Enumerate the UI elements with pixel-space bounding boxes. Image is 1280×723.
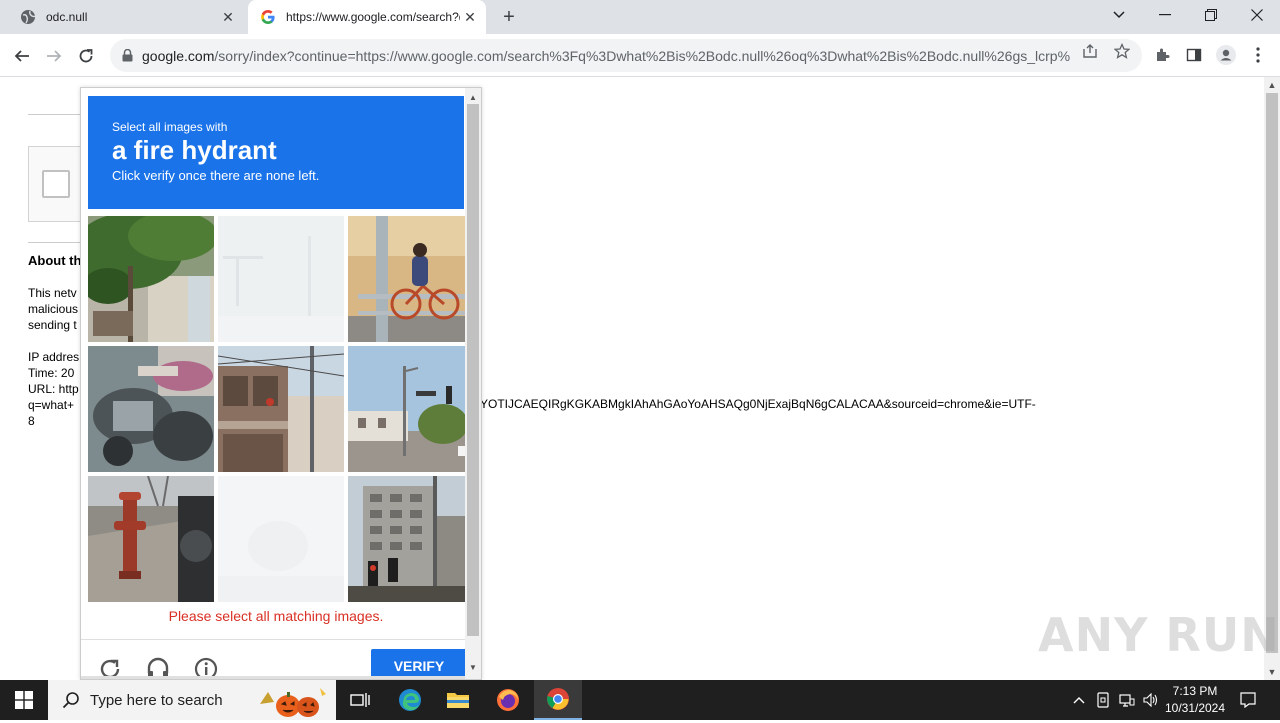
share-icon[interactable]: [1081, 42, 1099, 60]
task-view-icon[interactable]: [336, 680, 384, 720]
close-window-icon[interactable]: [1234, 0, 1280, 30]
volume-icon[interactable]: [1141, 680, 1161, 720]
challenge-footer: VERIFY: [81, 639, 481, 679]
scroll-down-arrow-icon[interactable]: ▼: [1264, 664, 1280, 680]
challenge-target: a fire hydrant: [112, 135, 277, 165]
reload-icon[interactable]: [73, 43, 99, 69]
url-tail-text: YOTIJCAEQIRgKGKABMgkIAhAhGAoYoAHSAQg0NjE…: [480, 397, 1036, 411]
scrollbar-thumb[interactable]: [1266, 93, 1278, 653]
recaptcha-checkbox-widget[interactable]: [28, 146, 84, 222]
system-clock[interactable]: 7:13 PM 10/31/2024: [1160, 683, 1230, 717]
tile-faded-blank[interactable]: [218, 476, 344, 602]
scroll-down-arrow-icon[interactable]: ▼: [465, 660, 481, 674]
tile-street-trees[interactable]: [88, 216, 214, 342]
firefox-icon[interactable]: [484, 680, 532, 720]
tab-title: odc.null: [46, 10, 88, 24]
recaptcha-challenge: Select all images with a fire hydrant Cl…: [80, 87, 482, 680]
minimize-icon[interactable]: [1142, 0, 1188, 30]
chrome-icon[interactable]: [534, 680, 582, 720]
scroll-up-arrow-icon[interactable]: ▲: [465, 90, 481, 104]
url-text: google.com/sorry/index?continue=https://…: [142, 48, 1070, 64]
new-tab-icon[interactable]: +: [498, 6, 520, 28]
tab-strip: odc.null ✕ https://www.google.com/search…: [0, 0, 1280, 34]
profile-avatar-icon[interactable]: [1216, 45, 1236, 65]
url-line-cont: q=what+: [28, 398, 75, 412]
lock-icon[interactable]: [120, 49, 134, 63]
side-panel-icon[interactable]: [1184, 45, 1204, 65]
recaptcha-checkbox[interactable]: [42, 170, 70, 198]
scrollbar-thumb[interactable]: [467, 104, 479, 636]
url-domain: google.com: [142, 47, 215, 64]
challenge-header: Select all images with a fire hydrant Cl…: [88, 96, 464, 209]
search-placeholder: Type here to search: [90, 691, 223, 709]
ip-address-line: IP addres: [28, 350, 80, 364]
instruction-small: Select all images with: [112, 120, 228, 134]
url-line-end: 8: [28, 414, 35, 428]
divider: [28, 114, 80, 115]
tab-google-search[interactable]: https://www.google.com/search?q=what+is+…: [248, 0, 486, 34]
close-tab-icon[interactable]: ✕: [460, 7, 480, 27]
network-icon[interactable]: [1117, 680, 1137, 720]
tab-title: https://www.google.com/search?q=what+is+…: [286, 10, 460, 24]
tab-odc-null[interactable]: odc.null ✕: [8, 0, 244, 34]
device-icon[interactable]: [1094, 680, 1112, 720]
file-explorer-icon[interactable]: [434, 680, 482, 720]
tile-motorbike[interactable]: [88, 346, 214, 472]
halloween-pumpkin-icon: [256, 684, 334, 723]
page-scrollbar[interactable]: ▲ ▼: [1264, 77, 1280, 680]
notifications-icon[interactable]: [1234, 680, 1262, 720]
close-tab-icon[interactable]: ✕: [218, 7, 238, 27]
tile-intersection[interactable]: [348, 346, 474, 472]
tile-apartment-traffic-light[interactable]: [348, 476, 474, 602]
url-path: /sorry/index?continue=https://www.google…: [214, 47, 1070, 64]
tile-cyclist-pole[interactable]: [348, 216, 474, 342]
text-line: sending t: [28, 318, 77, 332]
clock-date: 10/31/2024: [1164, 701, 1226, 715]
edge-icon[interactable]: [386, 680, 434, 720]
explanation-paragraph: This netv malicious sending t: [28, 285, 78, 333]
restore-icon[interactable]: [1188, 0, 1234, 30]
windows-taskbar: Type here to search 7:13 PM 10/31/2024: [0, 680, 1280, 720]
tile-faded-blank[interactable]: [218, 216, 344, 342]
tab-search-chevron-icon[interactable]: [1096, 0, 1142, 30]
taskbar-search[interactable]: Type here to search: [48, 680, 336, 720]
request-details: IP addres Time: 20 URL: http q=what+ 8: [28, 349, 79, 429]
time-line: Time: 20: [28, 366, 75, 380]
anyrun-watermark: ANY RUN: [1038, 608, 1280, 662]
search-icon: [62, 691, 80, 709]
tile-shop-building[interactable]: [218, 346, 344, 472]
menu-kebab-icon[interactable]: [1248, 45, 1268, 65]
divider: [28, 242, 80, 243]
challenge-scrollbar[interactable]: ▲ ▼: [465, 88, 481, 679]
bookmark-star-icon[interactable]: [1113, 42, 1131, 60]
browser-toolbar: google.com/sorry/index?continue=https://…: [0, 34, 1280, 77]
tile-fire-hydrant[interactable]: [88, 476, 214, 602]
text-line: malicious: [28, 302, 79, 316]
extensions-icon[interactable]: [1152, 45, 1172, 65]
show-hidden-icons-chevron-icon[interactable]: [1070, 680, 1088, 720]
instruction-sub: Click verify once there are none left.: [112, 168, 320, 183]
address-bar[interactable]: google.com/sorry/index?continue=https://…: [110, 39, 1142, 72]
text-line: This netv: [28, 286, 77, 300]
windows-start-icon[interactable]: [0, 680, 48, 720]
scroll-up-arrow-icon[interactable]: ▲: [1264, 77, 1280, 93]
error-message: Please select all matching images.: [168, 608, 384, 624]
clock-time: 7:13 PM: [1172, 684, 1218, 698]
back-icon[interactable]: [9, 43, 35, 69]
google-icon: [260, 9, 276, 25]
globe-icon: [20, 9, 36, 25]
url-line: URL: http: [28, 382, 79, 396]
about-heading: About th: [28, 253, 82, 268]
forward-icon[interactable]: [41, 43, 67, 69]
